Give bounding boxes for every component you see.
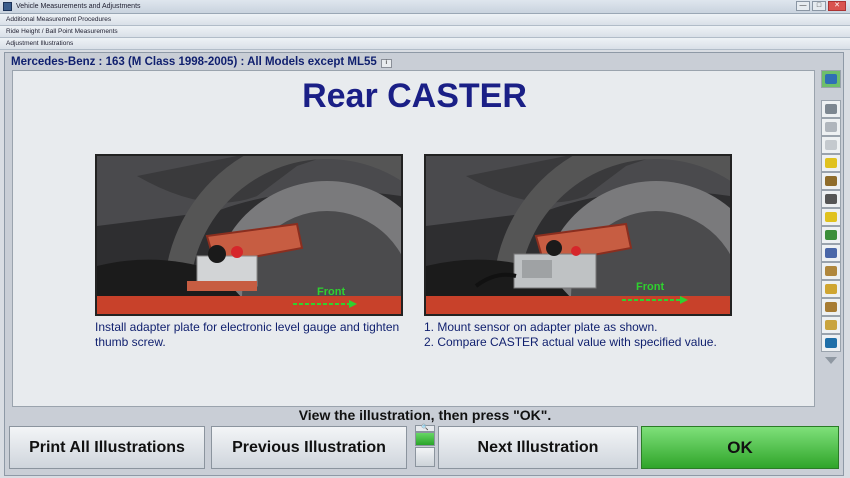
front-direction-label-2: Front (636, 281, 664, 293)
tab-adjustment-illustrations[interactable]: Adjustment Illustrations (0, 38, 850, 50)
illustration-image-1: Front (95, 154, 403, 316)
vehicle-breadcrumb: Mercedes-Benz : 163 (M Class 1998-2005) … (11, 55, 392, 69)
illustration-image-2: Front (424, 154, 732, 316)
lift-icon[interactable] (821, 244, 841, 262)
window-title-bar: Vehicle Measurements and Adjustments — □… (0, 0, 850, 14)
angle-readout-icon[interactable] (821, 118, 841, 136)
right-toolbar (821, 70, 841, 372)
illustration-caption-1: Install adapter plate for electronic lev… (95, 320, 400, 349)
specs-icon[interactable] (821, 316, 841, 334)
vehicle-icon[interactable] (821, 208, 841, 226)
instruction-prompt: View the illustration, then press "OK". (298, 407, 552, 423)
measurement-values-icon[interactable] (821, 136, 841, 154)
caption-step-1: 1. Mount sensor on adapter plate as show… (424, 320, 658, 334)
zoom-in-button[interactable] (415, 432, 435, 446)
page-title: Rear CASTER (302, 77, 527, 115)
wrench-icon[interactable] (821, 172, 841, 190)
app-icon (3, 2, 12, 11)
next-illustration-button[interactable]: Next Illustration (438, 426, 638, 469)
sensor-icon[interactable] (821, 280, 841, 298)
help-icon[interactable] (821, 70, 841, 88)
illustration-caption-2: 1. Mount sensor on adapter plate as show… (424, 320, 734, 350)
caster-gauge-icon[interactable] (821, 100, 841, 118)
front-direction-label: Front (317, 286, 345, 298)
previous-illustration-button[interactable]: Previous Illustration (211, 426, 407, 469)
tab-ride-height[interactable]: Ride Height / Ball Point Measurements (0, 26, 850, 38)
steering-icon[interactable] (821, 226, 841, 244)
maximize-button[interactable]: □ (812, 1, 826, 11)
suspension-icon[interactable] (821, 262, 841, 280)
window-title: Vehicle Measurements and Adjustments (16, 3, 141, 10)
caption-step-2: 2. Compare CASTER actual value with spec… (424, 335, 717, 349)
axle-icon[interactable] (821, 190, 841, 208)
scroll-down-arrow[interactable] (825, 357, 837, 364)
ok-button[interactable]: OK (641, 426, 839, 469)
alignment-icon[interactable] (821, 334, 841, 352)
illustration-panel: Rear CASTER Front Front Install adapter … (12, 70, 815, 407)
tools-icon[interactable] (821, 298, 841, 316)
info-icon[interactable]: i (380, 59, 392, 68)
print-all-illustrations-button[interactable]: Print All Illustrations (9, 426, 205, 469)
adjust-tool-icon[interactable] (821, 154, 841, 172)
close-button[interactable]: ✕ (828, 1, 846, 11)
tab-additional-measurement[interactable]: Additional Measurement Procedures (0, 14, 850, 26)
magnifier-icon[interactable]: 🔍 (415, 425, 435, 432)
minimize-button[interactable]: — (796, 1, 810, 11)
zoom-out-button[interactable] (415, 447, 435, 467)
main-content: Mercedes-Benz : 163 (M Class 1998-2005) … (4, 52, 844, 476)
vehicle-label: Mercedes-Benz : 163 (M Class 1998-2005) … (11, 56, 377, 68)
